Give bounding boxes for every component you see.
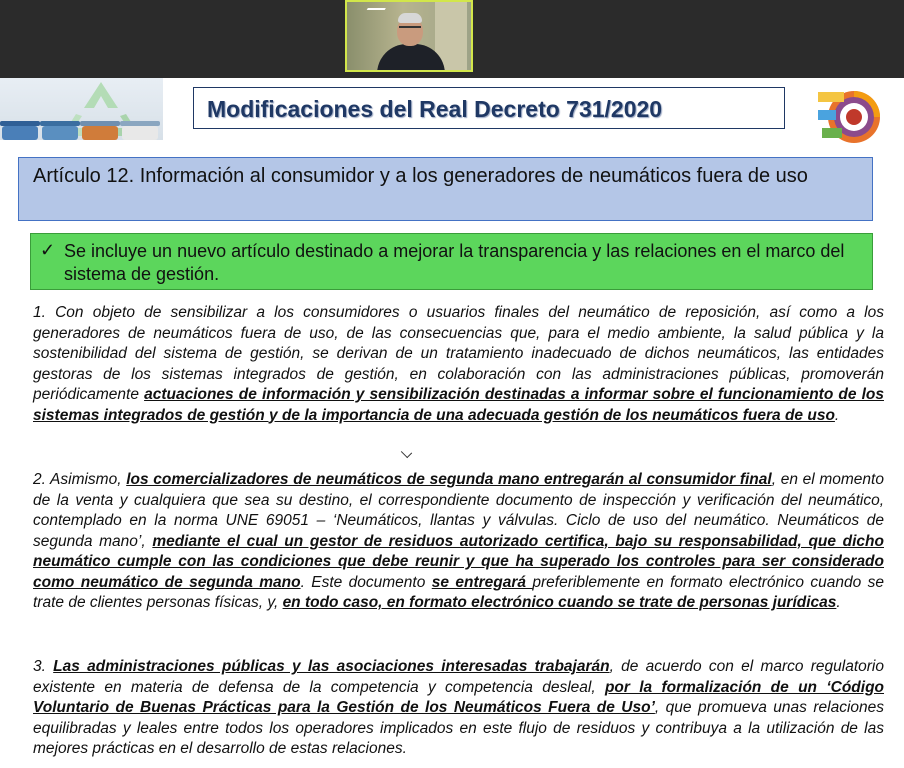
mouse-cursor-icon — [400, 446, 413, 459]
article-heading: Artículo 12. Información al consumidor y… — [33, 165, 808, 187]
slide-title: Modificaciones del Real Decreto 731/2020 — [207, 96, 663, 122]
blue-bin — [40, 121, 80, 140]
p2-text: 2. Asimismo, — [33, 471, 127, 488]
slide-title-box: Modificaciones del Real Decreto 731/2020 — [193, 87, 785, 129]
paragraph-1: 1. Con objeto de sensibilizar a los cons… — [33, 303, 884, 426]
participant-hair — [398, 13, 422, 23]
summary-text: Se incluye un nuevo artículo destinado a… — [64, 241, 845, 284]
p2-text: . — [836, 594, 841, 611]
p2-emphasis: se entregará — [431, 573, 533, 591]
summary-box: ✓ Se incluye un nuevo artículo destinado… — [30, 233, 873, 290]
circular-economy-logo — [818, 91, 880, 143]
paragraph-3: 3. Las administraciones públicas y las a… — [33, 657, 884, 760]
recycling-bins-row — [0, 120, 163, 140]
p1-emphasis: actuaciones de información y sensibiliza… — [33, 386, 884, 424]
p3-emphasis: Las administraciones públicas y las asoc… — [53, 658, 610, 675]
p2-text: . Este documento — [300, 573, 432, 591]
p2-emphasis: los comercializadores de neumáticos de s… — [126, 471, 772, 488]
participant-video-thumbnail[interactable] — [345, 0, 473, 72]
paragraph-2: 2. Asimismo, los comercializadores de ne… — [33, 470, 884, 614]
article-heading-box: Artículo 12. Información al consumidor y… — [18, 157, 873, 221]
recycling-bins-image — [0, 78, 163, 140]
checkmark-icon: ✓ — [40, 240, 56, 260]
participant-glasses — [399, 26, 421, 34]
orange-bin — [80, 121, 120, 140]
p1-text: . — [834, 406, 840, 424]
p2-emphasis: en todo caso, en formato electrónico cua… — [282, 594, 837, 611]
p3-text: 3. — [33, 658, 54, 675]
blue-bin — [0, 121, 40, 140]
white-bin — [120, 121, 160, 140]
